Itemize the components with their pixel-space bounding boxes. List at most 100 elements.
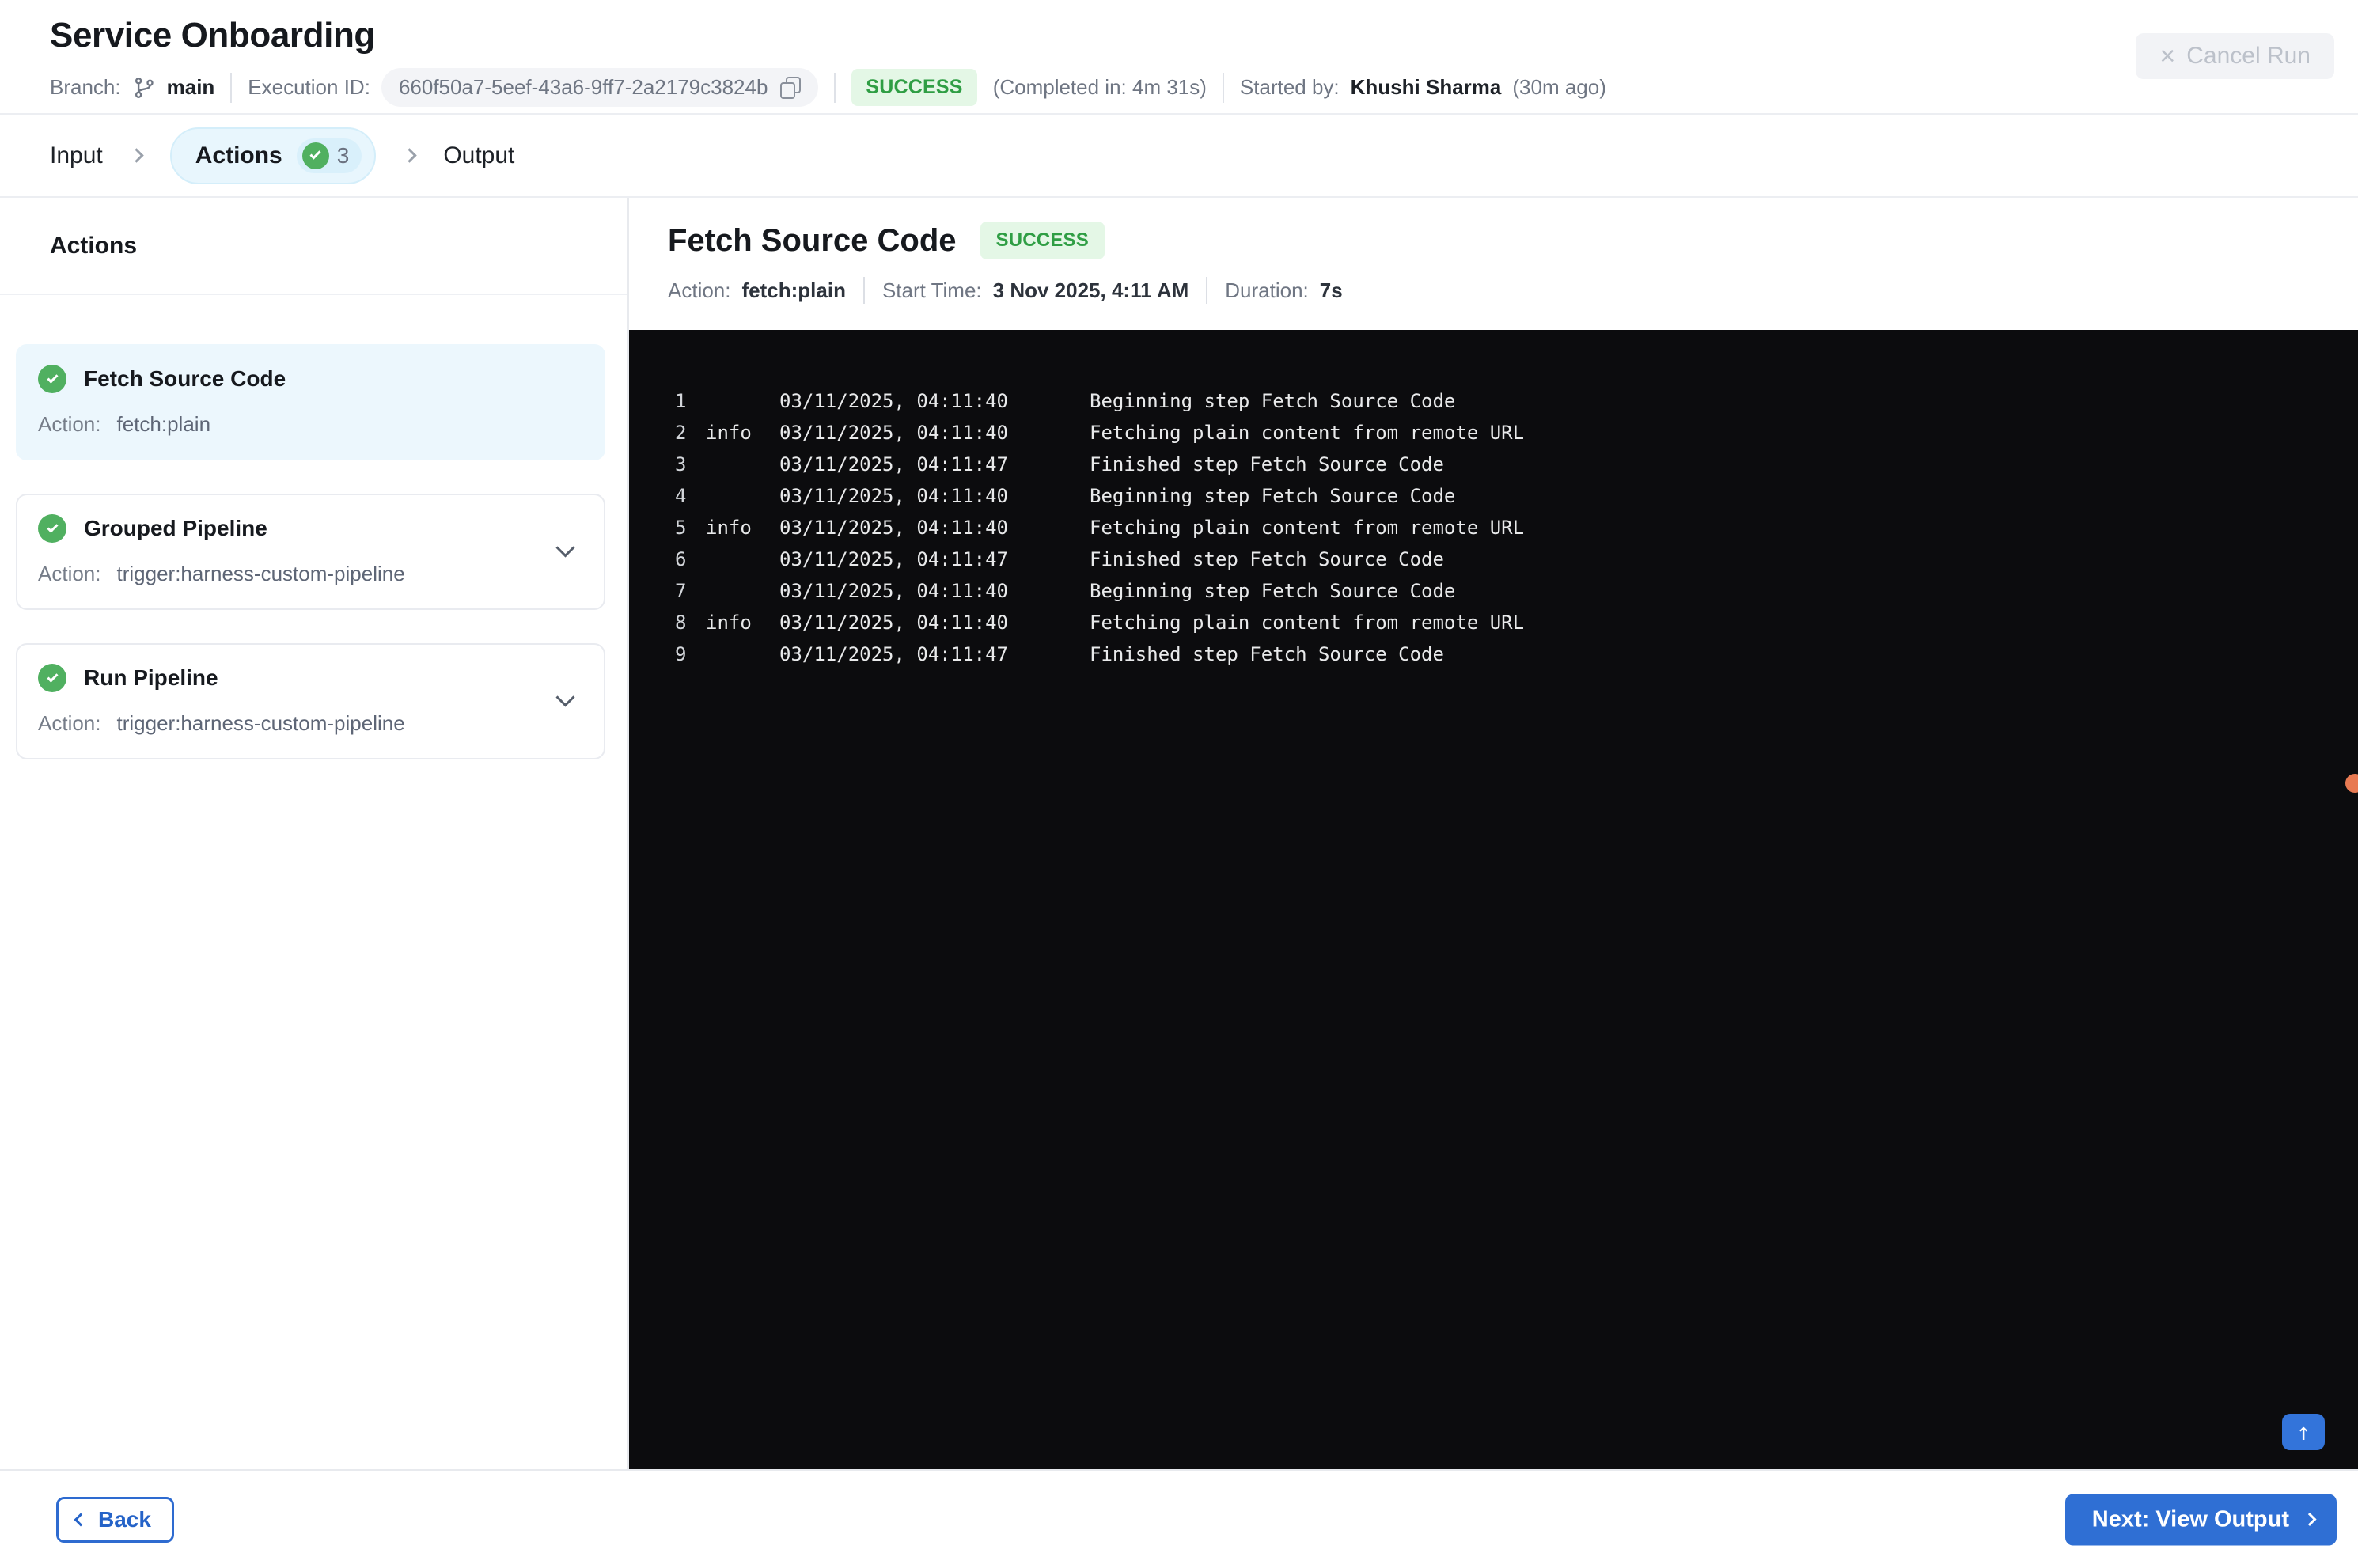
detail-panel: Fetch Source Code SUCCESS Action: fetch:p… <box>629 198 2358 1469</box>
execution-id-label: Execution ID: <box>248 75 370 99</box>
action-card-title: Fetch Source Code <box>84 366 286 391</box>
card-action-row: Action: trigger:harness-custom-pipeline <box>38 711 582 736</box>
sidebar-heading: Actions <box>0 198 627 295</box>
card-title-row: Grouped Pipeline <box>38 514 582 543</box>
log-level <box>706 543 779 575</box>
detail-title: Fetch Source Code <box>668 222 957 258</box>
meta-value: 7s <box>1319 278 1343 302</box>
check-tick <box>46 521 59 533</box>
check-circle-icon <box>301 142 329 169</box>
log-level <box>706 638 779 670</box>
card-title-row: Fetch Source Code <box>38 365 582 393</box>
card-title-row: Run Pipeline <box>38 664 582 692</box>
log-line-number: 9 <box>675 643 687 665</box>
meta-label: Start Time: <box>881 278 982 302</box>
log-line: 9 03/11/2025, 04:11:47 Finished step Fetch… <box>675 638 2358 670</box>
log-line: 2 info 03/11/2025, 04:11:40 Fetching plain … <box>675 417 2358 449</box>
log-line-number: 2 <box>675 422 687 444</box>
check-circle-icon <box>38 664 66 692</box>
branch-group: Branch: main <box>50 75 214 100</box>
chevron-right-icon <box>2303 1513 2317 1526</box>
log-timestamp: 03/11/2025, 04:11:40 <box>779 390 1008 412</box>
next-view-output-button[interactable]: Next: View Output <box>2064 1494 2337 1545</box>
copy-icon[interactable] <box>780 76 802 99</box>
action-value: fetch:plain <box>116 412 211 436</box>
log-message: Beginning step Fetch Source Code <box>1090 485 1456 507</box>
branch-label: Branch: <box>50 75 121 99</box>
log-timestamp: 03/11/2025, 04:11:47 <box>779 453 1008 475</box>
back-button[interactable]: Back <box>56 1496 174 1543</box>
completed-in-text: (Completed in: 4m 31s) <box>992 75 1207 99</box>
meta-label: Action: <box>668 278 731 302</box>
footer: Back Next: View Output <box>0 1469 2358 1568</box>
meta-item: Start Time: 3 Nov 2025, 4:11 AM <box>882 278 1188 303</box>
meta-label: Duration: <box>1225 278 1309 302</box>
log-level: info <box>706 612 752 634</box>
log-timestamp: 03/11/2025, 04:11:40 <box>779 580 1008 602</box>
card-action-row: Action: fetch:plain <box>38 412 582 437</box>
log-level <box>706 575 779 607</box>
card-action-row: Action: trigger:harness-custom-pipeline <box>38 562 582 586</box>
check-circle-icon <box>38 365 66 393</box>
chevron-right-icon <box>129 148 144 163</box>
log-message: Fetching plain content from remote URL <box>1090 422 1525 444</box>
log-line-number: 7 <box>675 580 687 602</box>
divider <box>230 72 233 103</box>
log-message: Beginning step Fetch Source Code <box>1090 390 1456 412</box>
action-card-fetch-source-code[interactable]: Fetch Source Code Action: fetch:plain <box>16 344 605 460</box>
log-line-number: 6 <box>675 548 687 570</box>
back-label: Back <box>98 1506 151 1532</box>
tab-input[interactable]: Input <box>50 142 103 169</box>
check-tick <box>46 670 59 683</box>
action-label: Action: <box>38 711 101 735</box>
tab-output[interactable]: Output <box>443 142 514 169</box>
log-timestamp: 03/11/2025, 04:11:40 <box>779 517 1008 539</box>
log-line: 8 info 03/11/2025, 04:11:40 Fetching plain … <box>675 607 2358 638</box>
execution-id-pill: 660f50a7-5eef-43a6-9ff7-2a2179c3824b <box>381 68 819 107</box>
log-lines: 1 03/11/2025, 04:11:40 Beginning step Fetc… <box>629 330 2358 670</box>
meta-item: Duration: 7s <box>1225 278 1342 303</box>
status-badge: SUCCESS <box>851 69 977 106</box>
log-level: info <box>706 422 752 444</box>
chevron-right-icon <box>402 148 418 163</box>
log-timestamp: 03/11/2025, 04:11:40 <box>779 422 1008 444</box>
log-level: info <box>706 517 752 539</box>
log-line: 6 03/11/2025, 04:11:47 Finished step Fetch… <box>675 543 2358 575</box>
cancel-run-label: Cancel Run <box>2186 43 2311 69</box>
log-line: 4 03/11/2025, 04:11:40 Beginning step Fetc… <box>675 480 2358 512</box>
execution-id-group: Execution ID: 660f50a7-5eef-43a6-9ff7-2a… <box>248 68 819 107</box>
header: Service Onboarding Branch: main Executio… <box>0 0 2358 115</box>
log-line-number: 5 <box>675 517 687 539</box>
content: Actions Fetch Source Code Action: fetch:pl… <box>0 198 2358 1469</box>
check-tick <box>46 371 59 384</box>
tab-actions-active[interactable]: Actions 3 <box>169 127 377 184</box>
next-label: Next: View Output <box>2091 1506 2289 1532</box>
meta-value: 3 Nov 2025, 4:11 AM <box>992 278 1189 302</box>
detail-meta: Action: fetch:plain Start Time: 3 Nov 2025,… <box>668 277 2358 304</box>
log-message: Beginning step Fetch Source Code <box>1090 580 1456 602</box>
log-message: Finished step Fetch Source Code <box>1090 643 1444 665</box>
log-console[interactable]: 1 03/11/2025, 04:11:40 Beginning step Fetc… <box>629 330 2358 1469</box>
meta-item: Action: fetch:plain <box>668 278 846 303</box>
action-value: trigger:harness-custom-pipeline <box>116 562 405 585</box>
log-message: Finished step Fetch Source Code <box>1090 548 1444 570</box>
cancel-run-button[interactable]: × Cancel Run <box>2136 33 2334 79</box>
header-meta-row: Branch: main Execution ID: 660f50a7-5eef… <box>50 68 2358 107</box>
check-circle-icon <box>38 514 66 543</box>
action-card-grouped-pipeline[interactable]: Grouped Pipeline Action: trigger:harness-c… <box>16 494 605 610</box>
started-by-label: Started by: <box>1239 75 1340 99</box>
started-by-group: Started by: Khushi Sharma (30m ago) <box>1240 75 1606 100</box>
close-icon: × <box>2159 41 2176 71</box>
page: Service Onboarding Branch: main Executio… <box>0 0 2358 1568</box>
log-message: Fetching plain content from remote URL <box>1090 612 1525 634</box>
actions-count-badge: 3 <box>296 138 362 173</box>
log-line-number: 1 <box>675 390 687 412</box>
log-timestamp: 03/11/2025, 04:11:40 <box>779 485 1008 507</box>
scroll-top-button[interactable]: ↑ <box>2282 1414 2325 1450</box>
arrow-up-icon: ↑ <box>2295 1418 2311 1446</box>
log-line-number: 8 <box>675 612 687 634</box>
tab-label: Actions <box>195 142 282 169</box>
action-card-list: Fetch Source Code Action: fetch:plain Group… <box>0 295 627 759</box>
started-by-name: Khushi Sharma <box>1350 75 1502 99</box>
action-card-run-pipeline[interactable]: Run Pipeline Action: trigger:harness-custo… <box>16 643 605 759</box>
